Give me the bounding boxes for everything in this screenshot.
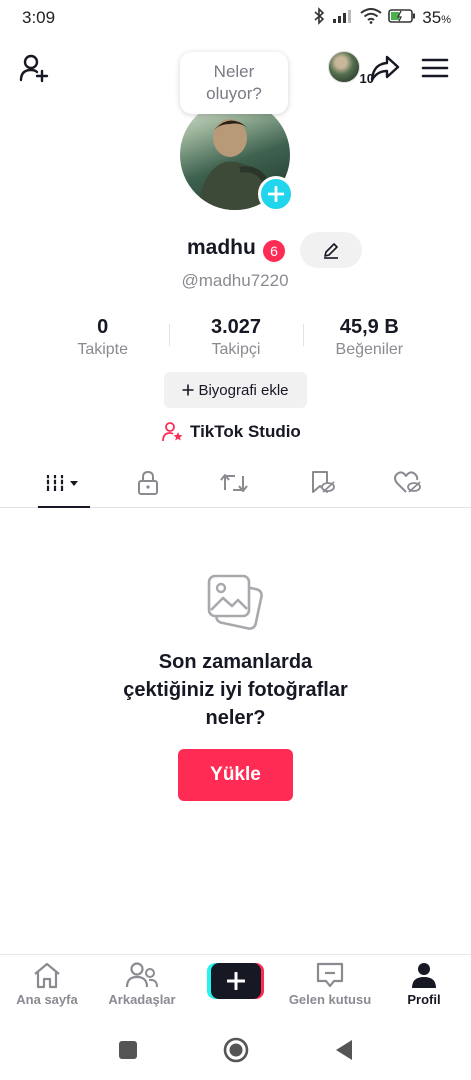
tiktok-studio-link[interactable]: TikTok Studio	[162, 420, 301, 444]
add-bio-button[interactable]: Biyografi ekle	[164, 372, 307, 408]
create-button-face	[211, 963, 261, 999]
status-note-line2: oluyor?	[206, 84, 262, 103]
back-button[interactable]	[330, 1036, 358, 1064]
add-bio-label: Biyografi ekle	[198, 381, 289, 399]
stat-label: Beğeniler	[335, 341, 404, 358]
stat-following[interactable]: 0 Takipte	[36, 314, 169, 364]
share-icon	[370, 55, 400, 82]
create-button[interactable]	[207, 963, 264, 999]
plus-icon	[268, 186, 284, 202]
story-avatar	[328, 51, 360, 83]
person-star-icon	[162, 422, 183, 442]
username: madhu	[187, 236, 256, 259]
battery-percent-unit: %	[441, 14, 451, 26]
stat-label: Takipte	[77, 341, 129, 358]
tab-active-indicator	[38, 506, 90, 508]
system-nav-bar	[0, 1020, 471, 1080]
empty-state-line2: çektiğiniz iyi fotoğraflar	[123, 679, 348, 701]
nav-friends[interactable]: Arkadaşlar	[96, 961, 188, 1015]
recents-button[interactable]	[114, 1036, 142, 1064]
nav-home-label: Ana sayfa	[16, 992, 78, 1007]
notification-badge[interactable]: 6	[263, 240, 285, 262]
repost-icon	[220, 474, 248, 492]
plus-icon	[227, 972, 245, 990]
share-profile-button[interactable]	[367, 50, 403, 86]
stat-value: 0	[97, 316, 109, 338]
photos-icon	[205, 572, 265, 632]
nav-home[interactable]: Ana sayfa	[1, 961, 93, 1015]
friends-icon	[125, 962, 158, 988]
home-system-button[interactable]	[222, 1036, 250, 1064]
stat-value: 3.027	[210, 316, 262, 338]
heart-hidden-icon	[394, 471, 421, 493]
nav-profile[interactable]: Profil	[378, 961, 470, 1015]
upload-button[interactable]: Yükle	[178, 749, 293, 801]
grid-dropdown-icon	[46, 475, 78, 491]
tab-private[interactable]	[122, 466, 174, 500]
status-time: 3:09	[22, 8, 56, 27]
battery-percent: 35%	[422, 8, 451, 28]
status-note-text: Neler oluyor?	[206, 61, 262, 105]
square-icon	[119, 1041, 137, 1059]
tab-videos[interactable]	[38, 466, 90, 500]
add-friend-button[interactable]	[16, 50, 52, 86]
nav-profile-label: Profil	[407, 992, 441, 1007]
menu-button[interactable]	[419, 50, 451, 86]
name-row: madhu 6	[0, 232, 471, 268]
add-story-button[interactable]	[258, 176, 294, 212]
edit-profile-button[interactable]	[300, 232, 362, 268]
hamburger-menu-icon	[421, 58, 449, 78]
home-icon	[34, 962, 60, 989]
triangle-back-icon	[336, 1040, 352, 1060]
status-bar: 3:09 35%	[0, 0, 471, 36]
stat-value: 45,9 B	[339, 316, 399, 338]
tab-reposts[interactable]	[208, 466, 260, 500]
person-icon	[412, 963, 436, 988]
tiktok-studio-label: TikTok Studio	[190, 422, 301, 441]
stat-label: Takipçi	[211, 341, 261, 358]
status-icons: 35%	[312, 6, 451, 30]
story-avatar-button[interactable]: 10	[327, 50, 375, 86]
circle-icon	[223, 1037, 249, 1063]
empty-state-line3: neler?	[205, 707, 266, 729]
stat-followers[interactable]: 3.027 Takipçi	[169, 314, 302, 364]
empty-state-title: Son zamanlarda çektiğiniz iyi fotoğrafla…	[60, 648, 411, 732]
profile-avatar-container[interactable]	[180, 100, 294, 212]
status-note-bubble[interactable]: Neler oluyor?	[180, 52, 288, 114]
inbox-icon	[316, 962, 344, 988]
battery-percent-value: 35	[422, 8, 442, 27]
plus-icon	[182, 384, 194, 396]
profile-handle: @madhu7220	[181, 271, 289, 290]
tab-liked[interactable]	[382, 466, 434, 500]
status-note-line1: Neler	[213, 62, 255, 81]
battery-icon	[388, 8, 416, 29]
pencil-icon	[324, 243, 338, 259]
wifi-icon	[360, 7, 382, 29]
bottom-nav: Ana sayfa Arkadaşlar Gelen kutusu Profil	[0, 954, 471, 1016]
stat-likes[interactable]: 45,9 B Beğeniler	[302, 314, 436, 364]
empty-state-line1: Son zamanlarda	[158, 651, 313, 673]
profile-stats: 0 Takipte 3.027 Takipçi 45,9 B Beğeniler	[36, 314, 436, 364]
nav-inbox-label: Gelen kutusu	[288, 992, 372, 1007]
bluetooth-icon	[312, 6, 326, 30]
add-person-icon	[19, 54, 49, 83]
nav-inbox[interactable]: Gelen kutusu	[284, 961, 376, 1015]
nav-friends-label: Arkadaşlar	[108, 992, 176, 1007]
profile-tabs	[0, 460, 471, 508]
bookmark-hidden-icon	[312, 471, 335, 493]
signal-icon	[332, 8, 354, 29]
lock-icon	[138, 470, 158, 495]
tab-favorites[interactable]	[296, 466, 348, 500]
